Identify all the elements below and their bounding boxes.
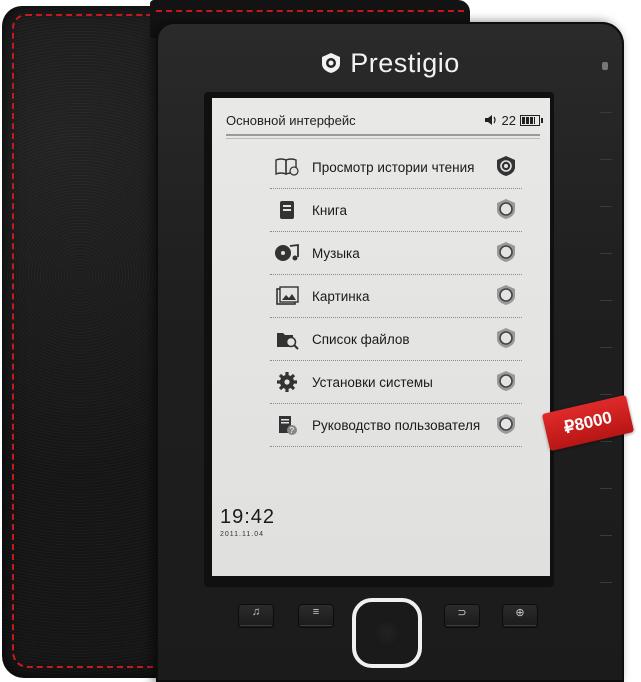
brand-logo: Prestigio xyxy=(156,48,624,79)
zoom-button[interactable]: ⊕ xyxy=(502,604,538,628)
menu-icon: ≡ xyxy=(312,606,320,618)
menu-item-reading-history[interactable]: Просмотр истории чтения xyxy=(270,146,522,189)
eink-screen: Основной интерфейс 22 Просмотр истории ч… xyxy=(212,98,550,576)
menu-item-book[interactable]: Книга xyxy=(270,189,522,232)
menu-item-label: Картинка xyxy=(312,288,370,304)
menu-item-music[interactable]: Музыка xyxy=(270,232,522,275)
brand-name: Prestigio xyxy=(350,48,460,78)
main-menu: Просмотр истории чтения Книга Музыка Кар… xyxy=(270,146,522,447)
ring-icon xyxy=(497,414,515,434)
selected-shield-icon xyxy=(497,156,515,176)
side-page-buttons[interactable] xyxy=(600,112,612,672)
status-divider xyxy=(226,134,540,139)
status-bar: Основной интерфейс 22 xyxy=(226,108,543,132)
back-button[interactable]: ⊃ xyxy=(444,604,480,628)
menu-item-label: Установки системы xyxy=(312,374,433,390)
ring-icon xyxy=(497,242,515,262)
volume-level: 22 xyxy=(501,112,516,128)
zoom-icon: ⊕ xyxy=(515,607,525,619)
back-icon: ⊃ xyxy=(457,607,467,619)
gear-icon xyxy=(274,370,300,394)
clock-date: 2011.11.04 xyxy=(220,531,264,538)
menu-item-label: Просмотр истории чтения xyxy=(312,159,475,175)
svg-text:?: ? xyxy=(290,426,295,435)
menu-item-label: Список файлов xyxy=(312,331,410,347)
menu-button[interactable]: ≡ xyxy=(298,604,334,628)
music-button[interactable]: ♫ xyxy=(238,604,274,628)
ring-icon xyxy=(497,371,515,391)
prestigio-logo-icon xyxy=(322,53,341,73)
menu-item-label: Руководство пользователя xyxy=(312,417,481,433)
menu-item-label: Музыка xyxy=(312,245,360,261)
clock-time: 19:42 xyxy=(220,506,276,528)
navigation-joystick[interactable] xyxy=(352,598,422,668)
speaker-icon xyxy=(484,115,496,125)
power-led xyxy=(602,62,608,70)
music-icon xyxy=(274,241,300,265)
menu-item-system-settings[interactable]: Установки системы xyxy=(270,361,522,404)
history-book-icon xyxy=(274,155,300,179)
ereader-device: Prestigio Основной интерфейс 22 Просмотр… xyxy=(156,22,624,682)
help-document-icon: ? xyxy=(274,413,300,437)
ring-icon xyxy=(497,199,515,219)
menu-item-user-guide[interactable]: ? Руководство пользователя xyxy=(270,404,522,447)
picture-icon xyxy=(274,284,300,308)
screen-title: Основной интерфейс xyxy=(226,112,356,128)
file-list-icon xyxy=(274,327,300,351)
menu-item-picture[interactable]: Картинка xyxy=(270,275,522,318)
clock: 19:42 2011.11.04 xyxy=(220,506,275,538)
menu-item-file-list[interactable]: Список файлов xyxy=(270,318,522,361)
ring-icon xyxy=(497,285,515,305)
book-icon xyxy=(274,198,300,222)
battery-icon xyxy=(520,114,543,126)
music-note-icon: ♫ xyxy=(251,606,261,618)
menu-item-label: Книга xyxy=(312,202,347,218)
ring-icon xyxy=(497,328,515,348)
